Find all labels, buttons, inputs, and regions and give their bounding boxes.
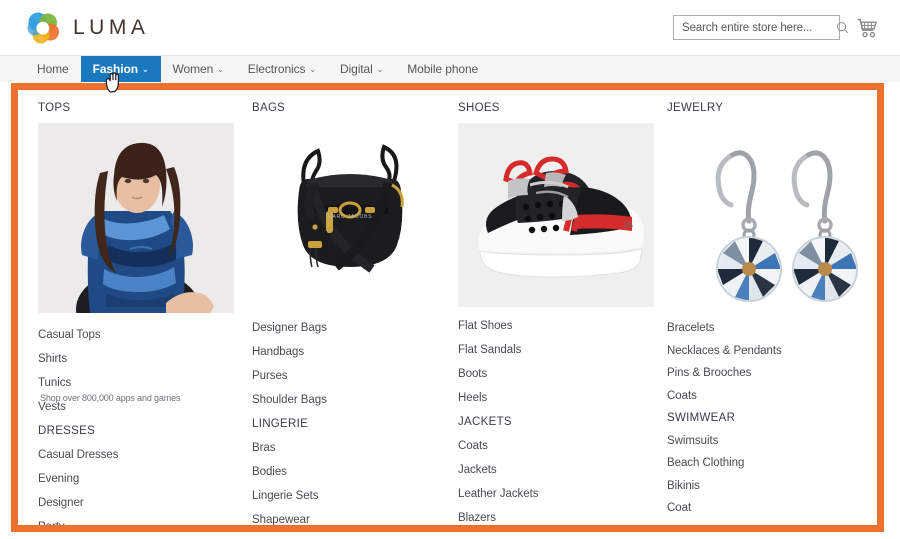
menu-link[interactable]: Jackets — [458, 464, 639, 477]
menu-link[interactable]: Leather Jackets — [458, 488, 639, 501]
nav-item-electronics[interactable]: Electronics ⌄ — [236, 56, 328, 82]
fashion-mega-menu-panel: TOPS Casual Tops Shirts Tunics Vests DRE… — [11, 83, 884, 532]
menu-link[interactable]: Blazers — [458, 512, 639, 525]
menu-link[interactable]: Swimsuits — [667, 435, 869, 448]
menu-link[interactable]: Purses — [252, 370, 430, 383]
menu-column-bags: BAGS MARC JACOBS Designer Bags Handbags … — [232, 102, 448, 525]
menu-group-heading-swimwear: SWIMWEAR — [667, 412, 736, 424]
shoes-link-list: Flat Shoes Flat Sandals Boots Heels JACK… — [458, 320, 639, 525]
nav-item-mobile-phone[interactable]: Mobile phone — [395, 56, 490, 82]
menu-link[interactable]: Boots — [458, 368, 639, 381]
menu-link[interactable]: Beach Clothing — [667, 457, 869, 470]
menu-link[interactable]: Shoulder Bags — [252, 394, 430, 407]
shoes-black-red-sneaker-image[interactable]: 25 — [458, 123, 654, 307]
tops-link-list: Casual Tops Shirts Tunics Vests DRESSES … — [38, 329, 224, 525]
menu-link[interactable]: Lingerie Sets — [252, 490, 430, 503]
chevron-down-icon: ⌄ — [141, 65, 149, 74]
column-title: BAGS — [252, 102, 286, 114]
column-title: SHOES — [458, 102, 500, 114]
nav-item-label: Digital — [340, 62, 373, 76]
main-navigation: Home Fashion ⌄ Women ⌄ Electronics ⌄ Dig… — [0, 55, 900, 82]
menu-link[interactable]: Coats — [458, 440, 639, 453]
bags-black-crossbody-bag-image[interactable]: MARC JACOBS — [252, 123, 448, 305]
menu-link[interactable]: Vests — [38, 401, 224, 414]
menu-column-tops: TOPS Casual Tops Shirts Tunics Vests DRE… — [18, 102, 234, 525]
search-box[interactable] — [673, 15, 849, 40]
chevron-down-icon: ⌄ — [309, 65, 316, 74]
logo[interactable]: LUMA — [26, 11, 149, 45]
nav-item-home[interactable]: Home — [25, 56, 81, 82]
menu-link[interactable]: Casual Dresses — [38, 449, 224, 462]
logo-text: LUMA — [73, 15, 150, 39]
jewelry-link-list: Bracelets Necklaces & Pendants Pins & Br… — [667, 322, 869, 515]
menu-link[interactable]: Casual Tops — [38, 329, 224, 342]
menu-link[interactable]: Handbags — [252, 346, 430, 359]
menu-link[interactable]: Heels — [458, 392, 639, 405]
nav-item-label: Home — [37, 62, 69, 76]
menu-link[interactable]: Bras — [252, 442, 430, 455]
menu-link[interactable]: Designer — [38, 497, 224, 510]
menu-link[interactable]: Bodies — [252, 466, 430, 479]
menu-link[interactable]: Shapewear — [252, 514, 430, 525]
menu-link[interactable]: Tunics — [38, 377, 224, 390]
svg-text:25: 25 — [623, 220, 633, 230]
nav-item-fashion[interactable]: Fashion ⌄ — [80, 56, 161, 82]
column-title: JEWELRY — [667, 102, 724, 114]
svg-text:MARC JACOBS: MARC JACOBS — [328, 214, 373, 220]
menu-link[interactable]: Flat Sandals — [458, 344, 639, 357]
menu-link[interactable]: Necklaces & Pendants — [667, 345, 869, 358]
nav-item-label: Mobile phone — [407, 62, 479, 76]
menu-link[interactable]: Designer Bags — [252, 322, 430, 335]
column-title: TOPS — [38, 102, 71, 114]
menu-link[interactable]: Evening — [38, 473, 224, 486]
nav-item-label: Fashion — [92, 62, 138, 76]
menu-group-heading-lingerie: LINGERIE — [252, 418, 309, 430]
chevron-down-icon: ⌄ — [217, 65, 224, 74]
nav-item-digital[interactable]: Digital ⌄ — [328, 56, 395, 82]
nav-item-label: Women — [172, 62, 214, 76]
menu-link[interactable]: Party — [38, 521, 224, 525]
nav-item-women[interactable]: Women ⌄ — [161, 56, 236, 82]
chevron-down-icon: ⌄ — [376, 65, 384, 74]
menu-link[interactable]: Shirts — [38, 353, 224, 366]
menu-link[interactable]: Coat — [667, 502, 869, 515]
site-header: LUMA — [0, 0, 900, 55]
menu-group-heading-jackets: JACKETS — [458, 416, 512, 428]
tops-model-camo-tshirt-image[interactable] — [38, 123, 234, 313]
menu-group-heading-dresses: DRESSES — [38, 425, 96, 437]
header-actions — [673, 15, 878, 40]
menu-column-jewelry: JEWELRY Bracelets Necklaces & Pendants P… — [647, 102, 877, 525]
bags-link-list: Designer Bags Handbags Purses Shoulder B… — [252, 322, 430, 525]
menu-link[interactable]: Flat Shoes — [458, 320, 639, 333]
search-input[interactable] — [682, 21, 836, 34]
nav-item-label: Electronics — [247, 62, 306, 76]
menu-link[interactable]: Bikinis — [667, 480, 869, 493]
menu-link[interactable]: Coats — [667, 390, 869, 403]
jewelry-crystal-drop-earrings-image[interactable] — [667, 123, 863, 313]
shopping-cart-icon[interactable] — [856, 17, 878, 39]
luma-circles-logo-icon — [26, 11, 60, 45]
menu-column-shoes: SHOES 25 Flat Shoes Flat Sandals Boots H… — [438, 102, 654, 525]
menu-link[interactable]: Bracelets — [667, 322, 869, 335]
search-icon[interactable] — [836, 21, 849, 34]
menu-link[interactable]: Pins & Brooches — [667, 367, 869, 380]
